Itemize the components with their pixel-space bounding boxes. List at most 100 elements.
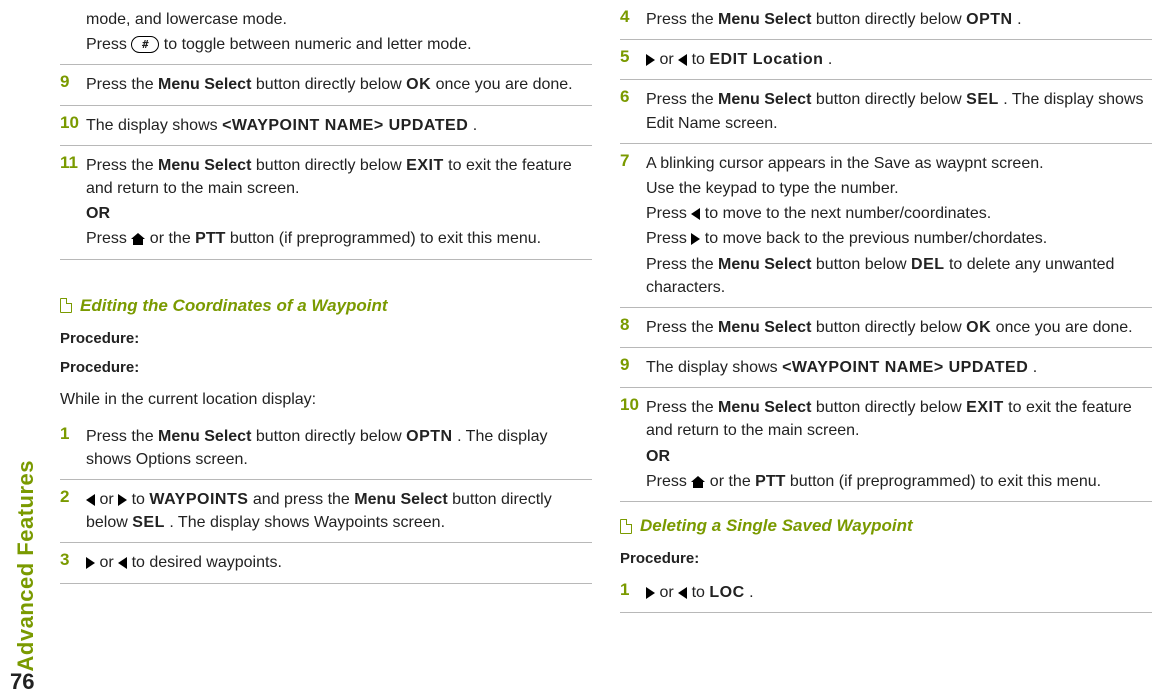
text: or the: [710, 473, 755, 490]
document-icon: [60, 298, 72, 313]
text: Press the: [646, 399, 718, 416]
text: once you are done.: [996, 319, 1133, 336]
display-text: OK: [406, 76, 431, 93]
step-num: 8: [620, 314, 646, 341]
text-bold: Menu Select: [718, 11, 811, 28]
arrow-right-icon: [646, 54, 655, 66]
text-bold: Menu Select: [158, 76, 251, 93]
text-bold: PTT: [195, 230, 225, 247]
text: Press the: [646, 91, 718, 108]
display-text: OPTN: [406, 428, 452, 445]
text: to move back to the previous number/chor…: [705, 230, 1047, 247]
text: button directly below: [816, 319, 966, 336]
text: to toggle between numeric and letter mod…: [164, 36, 472, 53]
text-bold: Menu Select: [718, 256, 811, 273]
text-bold: Menu Select: [354, 491, 447, 508]
text: The display shows: [646, 359, 782, 376]
section-heading-delete-waypoint: Deleting a Single Saved Waypoint: [620, 516, 1152, 536]
display-text: <WAYPOINT NAME> UPDATED: [222, 117, 468, 134]
text-bold: Menu Select: [718, 399, 811, 416]
edit-step-7: 7 A blinking cursor appears in the Save …: [620, 143, 1152, 307]
display-text: LOC: [709, 584, 744, 601]
text: or: [99, 491, 118, 508]
intro-text: While in the current location display:: [60, 388, 592, 411]
home-icon: [691, 476, 705, 488]
display-text: SEL: [132, 514, 165, 531]
edit-step-5: 5 or to EDIT Location .: [620, 39, 1152, 79]
step-body: The display shows <WAYPOINT NAME> UPDATE…: [646, 354, 1152, 381]
display-text: <WAYPOINT NAME> UPDATED: [782, 359, 1028, 376]
step-body: Press the Menu Select button directly be…: [646, 314, 1152, 341]
text: to: [692, 584, 710, 601]
edit-step-10: 10 Press the Menu Select button directly…: [620, 387, 1152, 501]
text-bold: Menu Select: [158, 428, 251, 445]
text: Press: [646, 230, 691, 247]
text: A blinking cursor appears in the Save as…: [646, 155, 1044, 172]
step-body: mode, and lowercase mode. Press # to tog…: [86, 6, 592, 58]
arrow-left-icon: [678, 587, 687, 599]
text: or: [659, 584, 678, 601]
display-text: SEL: [966, 91, 999, 108]
text: .: [749, 584, 753, 601]
document-icon: [620, 519, 632, 534]
delete-step-1: 1 or to LOC .: [620, 573, 1152, 612]
edit-step-4: 4 Press the Menu Select button directly …: [620, 0, 1152, 39]
text: Press: [86, 36, 131, 53]
procedure-label: Procedure:: [60, 330, 592, 347]
text-bold: Menu Select: [718, 91, 811, 108]
step-num: 11: [60, 152, 86, 253]
text: . The display shows Waypoints screen.: [169, 514, 445, 531]
display-text: EDIT Location: [709, 51, 823, 68]
text: button (if preprogrammed) to exit this m…: [790, 473, 1101, 490]
step-num: 5: [620, 46, 646, 73]
text: button below: [816, 256, 911, 273]
text: button directly below: [256, 76, 406, 93]
text: Press: [646, 473, 691, 490]
step-num: 1: [60, 423, 86, 473]
text: and press the: [253, 491, 354, 508]
text: .: [473, 117, 477, 134]
arrow-right-icon: [118, 494, 127, 506]
text: Press the: [86, 76, 158, 93]
step-num: 2: [60, 486, 86, 536]
procedure-label: Procedure:: [620, 550, 1152, 567]
arrow-right-icon: [86, 557, 95, 569]
step-num: 6: [620, 86, 646, 136]
edit-step-1: 1 Press the Menu Select button directly …: [60, 417, 592, 479]
step-pre: mode, and lowercase mode. Press # to tog…: [60, 0, 592, 64]
step-body: Press the Menu Select button directly be…: [646, 394, 1152, 495]
heading-text: Editing the Coordinates of a Waypoint: [80, 296, 388, 316]
text: .: [1017, 11, 1021, 28]
display-text: DEL: [911, 256, 945, 273]
text: .: [1033, 359, 1037, 376]
edit-step-8: 8 Press the Menu Select button directly …: [620, 307, 1152, 347]
arrow-right-icon: [646, 587, 655, 599]
content-columns: mode, and lowercase mode. Press # to tog…: [60, 0, 1152, 675]
text: to desired waypoints.: [132, 554, 282, 571]
text: or: [659, 51, 678, 68]
arrow-left-icon: [86, 494, 95, 506]
step-body: A blinking cursor appears in the Save as…: [646, 150, 1152, 301]
step-body: Press the Menu Select button directly be…: [646, 6, 1152, 33]
text: Press the: [646, 319, 718, 336]
text-bold: PTT: [755, 473, 785, 490]
step-9: 9 Press the Menu Select button directly …: [60, 64, 592, 104]
text: to: [132, 491, 150, 508]
step-num: 9: [60, 71, 86, 98]
step-num: 7: [620, 150, 646, 301]
display-text: EXIT: [406, 157, 444, 174]
step-num: 10: [620, 394, 646, 495]
edit-step-6: 6 Press the Menu Select button directly …: [620, 79, 1152, 142]
text: Press: [86, 230, 131, 247]
text: button directly below: [816, 399, 966, 416]
hash-key-icon: #: [131, 36, 159, 53]
step-num: 9: [620, 354, 646, 381]
display-text: WAYPOINTS: [149, 491, 248, 508]
text: Use the keypad to type the number.: [646, 180, 899, 197]
step-body: or to WAYPOINTS and press the Menu Selec…: [86, 486, 592, 536]
display-text: OPTN: [966, 11, 1012, 28]
display-text: OK: [966, 319, 991, 336]
step-body: or to EDIT Location .: [646, 46, 1152, 73]
section-title-vertical: Advanced Features: [13, 460, 39, 671]
text: or the: [150, 230, 195, 247]
